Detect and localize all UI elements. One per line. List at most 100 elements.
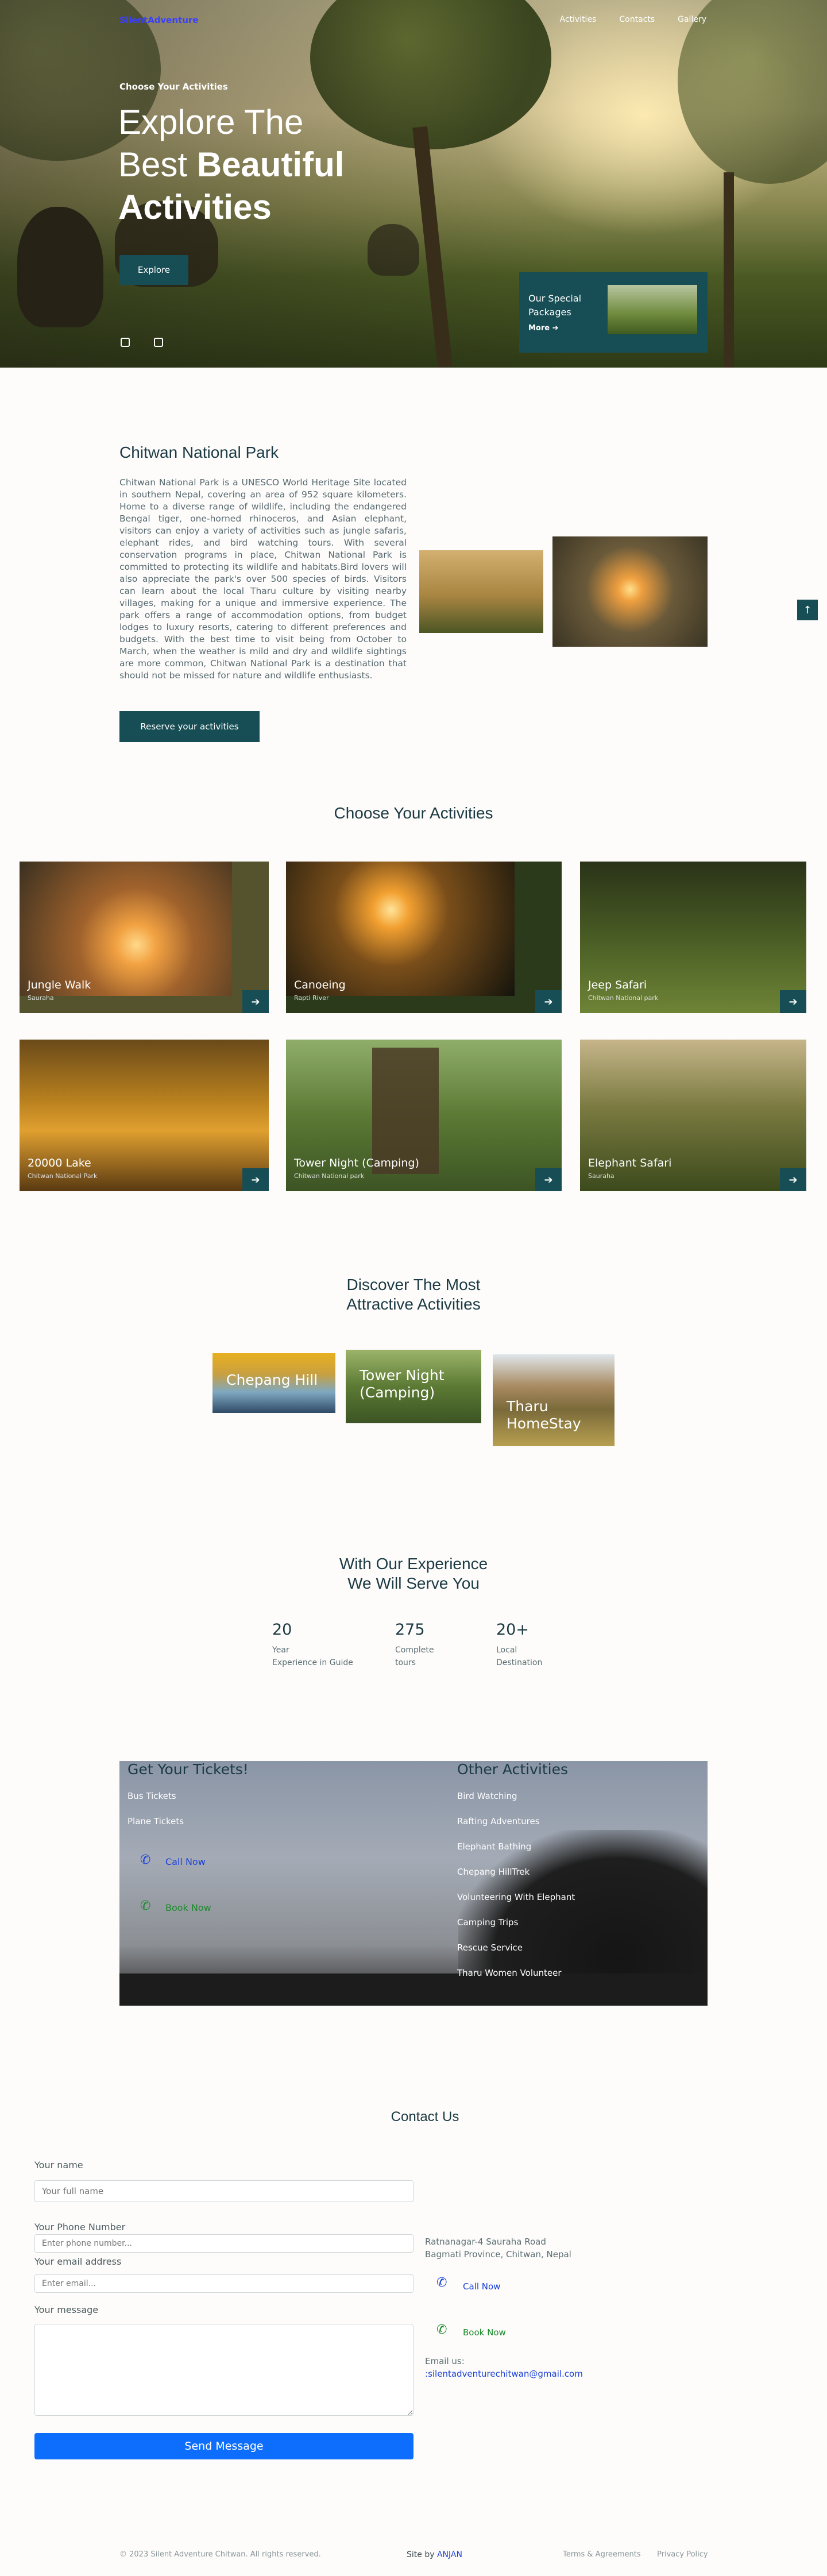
stat-label-line1: Complete	[395, 1646, 434, 1655]
footer-site-by: Site by ANJAN	[407, 2550, 462, 2559]
about-text: Chitwan National Park is a UNESCO World …	[119, 477, 407, 681]
name-label: Your name	[34, 2160, 83, 2171]
discover-label: Tharu HomeStay	[507, 1398, 581, 1432]
activity-card-canoeing[interactable]: Canoeing Rapti River ➔	[286, 862, 562, 1013]
whatsapp-icon: ✆	[140, 1899, 151, 1913]
other-activity-item[interactable]: Chepang HillTrek	[457, 1867, 530, 1877]
other-activity-item[interactable]: Camping Trips	[457, 1917, 518, 1928]
other-activity-item[interactable]: Rafting Adventures	[457, 1816, 540, 1826]
explore-button[interactable]: Explore	[119, 255, 188, 285]
arrow-right-icon[interactable]: ➔	[535, 1168, 562, 1191]
special-packages-card[interactable]: Our Special Packages More ➔	[519, 272, 708, 353]
main-nav: Activities Contacts Gallery	[559, 15, 706, 24]
hero-title-line2: Best Beautiful	[118, 144, 417, 186]
phone-icon: ✆	[140, 1853, 151, 1867]
nav-item-gallery[interactable]: Gallery	[678, 15, 706, 24]
tower-image	[372, 1048, 439, 1174]
about-title: Chitwan National Park	[119, 443, 279, 461]
other-activity-item[interactable]: Volunteering With Elephant	[457, 1892, 575, 1902]
discover-title-line1: Discover The Most	[346, 1276, 481, 1293]
other-activity-item[interactable]: Bird Watching	[457, 1791, 517, 1801]
arrow-up-icon: ↑	[803, 604, 812, 616]
other-activity-item[interactable]: Elephant Bathing	[457, 1841, 531, 1852]
activity-card-elephant-safari[interactable]: Elephant Safari Sauraha ➔	[580, 1040, 806, 1191]
email-input[interactable]	[34, 2274, 413, 2293]
book-now-link[interactable]: Book Now	[165, 1902, 211, 1913]
activity-name: Jungle Walk	[28, 979, 91, 991]
message-textarea[interactable]	[34, 2324, 413, 2416]
discover-label: Chepang Hill	[226, 1372, 318, 1388]
footer-author-link[interactable]: ANJAN	[437, 2550, 462, 2559]
special-more-label: More	[528, 324, 550, 333]
special-more-link[interactable]: More ➔	[528, 324, 559, 333]
address: Ratnanagar-4 Sauraha Road Bagmati Provin…	[425, 2235, 571, 2261]
arrow-right-icon: ➔	[552, 324, 559, 333]
name-input[interactable]	[34, 2180, 413, 2202]
arrow-right-icon[interactable]: ➔	[780, 1168, 806, 1191]
tickets-section: Get Your Tickets! Bus Tickets Plane Tick…	[119, 1761, 708, 2006]
ticket-plane-link[interactable]: Plane Tickets	[127, 1816, 184, 1826]
discover-title-line2: Attractive Activities	[346, 1295, 481, 1313]
activity-location: Chitwan National park	[588, 994, 659, 1002]
phone-icon: ✆	[436, 2276, 447, 2290]
discover-card-tharu-homestay[interactable]: Tharu HomeStay	[493, 1354, 615, 1446]
activity-location: Chitwan National Park	[28, 1172, 98, 1180]
hero-title: Explore The Best Beautiful Activities	[118, 101, 417, 229]
about-image-elephants	[419, 550, 543, 633]
discover-label: Tower Night (Camping)	[360, 1367, 445, 1401]
arrow-right-icon[interactable]: ➔	[242, 990, 269, 1013]
stat-label-line1: Local	[496, 1646, 517, 1655]
email-label: Your email address	[34, 2256, 122, 2267]
nav-item-activities[interactable]: Activities	[559, 15, 596, 24]
stat-years-number: 20	[272, 1621, 292, 1639]
special-packages-title: Our Special Packages	[528, 293, 582, 318]
arrow-right-icon[interactable]: ➔	[242, 1168, 269, 1191]
email-link[interactable]: :silentadventurechitwan@gmail.com	[425, 2368, 583, 2380]
phone-label: Your Phone Number	[34, 2222, 126, 2233]
whatsapp-icon: ✆	[436, 2323, 447, 2337]
call-now-link[interactable]: Call Now	[165, 1856, 206, 1867]
arrow-right-icon[interactable]: ➔	[780, 990, 806, 1013]
activity-card-20000-lake[interactable]: 20000 Lake Chitwan National Park ➔	[20, 1040, 269, 1191]
discover-card-tower-night[interactable]: Tower Night (Camping)	[346, 1350, 481, 1423]
footer-privacy-link[interactable]: Privacy Policy	[657, 2550, 708, 2559]
stat-label-line2: Destination	[496, 1658, 543, 1667]
activity-card-tower-night[interactable]: Tower Night (Camping) Chitwan National p…	[286, 1040, 562, 1191]
contact-call-now-link[interactable]: Call Now	[463, 2281, 500, 2292]
discover-card-chepang-hill[interactable]: Chepang Hill	[212, 1353, 335, 1413]
activity-image	[286, 862, 515, 996]
hero-title-bold: Beautiful	[196, 145, 345, 184]
other-activity-item[interactable]: Rescue Service	[457, 1942, 523, 1953]
activity-image	[20, 862, 232, 996]
reserve-button[interactable]: Reserve your activities	[119, 711, 260, 742]
footer-copyright: © 2023 Silent Adventure Chitwan. All rig…	[119, 2550, 321, 2559]
send-message-button[interactable]: Send Message	[34, 2433, 413, 2459]
address-line1: Ratnanagar-4 Sauraha Road	[425, 2237, 546, 2247]
brand-logo[interactable]: SilentAdventure	[119, 15, 199, 25]
activity-location: Sauraha	[28, 994, 54, 1002]
arrow-right-icon[interactable]: ➔	[535, 990, 562, 1013]
hero-title-line1: Explore The	[118, 103, 304, 141]
stat-destinations-number: 20+	[496, 1621, 529, 1639]
stat-destinations-label: Local Destination	[496, 1644, 542, 1669]
ticket-bus-link[interactable]: Bus Tickets	[127, 1791, 176, 1801]
contact-title: Contact Us	[391, 2109, 459, 2125]
phone-input[interactable]	[34, 2234, 413, 2253]
stat-tours-label: Complete tours	[395, 1644, 434, 1669]
instagram-icon[interactable]	[154, 338, 163, 347]
footer-terms-link[interactable]: Terms & Agreements	[563, 2550, 641, 2559]
activity-name: Canoeing	[294, 979, 346, 991]
nav-item-contacts[interactable]: Contacts	[619, 15, 655, 24]
activity-card-jeep-safari[interactable]: Jeep Safari Chitwan National park ➔	[580, 862, 806, 1013]
activity-card-jungle-walk[interactable]: Jungle Walk Sauraha ➔	[20, 862, 269, 1013]
experience-title-line2: We Will Serve You	[347, 1574, 480, 1592]
stat-label-line2: tours	[395, 1658, 416, 1667]
special-packages-image	[608, 285, 697, 334]
stat-label-line1: Year	[272, 1646, 289, 1655]
contact-book-now-link[interactable]: Book Now	[463, 2327, 506, 2338]
facebook-icon[interactable]	[121, 338, 130, 347]
scroll-top-button[interactable]: ↑	[797, 600, 818, 620]
other-activity-item[interactable]: Tharu Women Volunteer	[457, 1968, 562, 1978]
page: SilentAdventure Activities Contacts Gall…	[0, 0, 827, 2576]
other-activities-title: Other Activities	[457, 1761, 568, 1778]
